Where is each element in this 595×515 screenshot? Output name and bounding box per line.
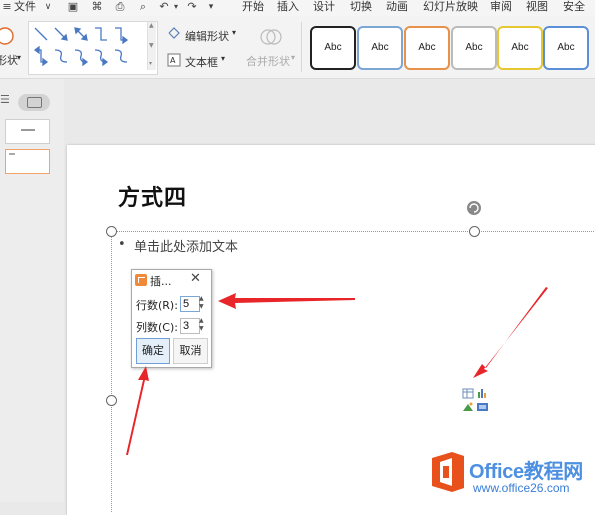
close-icon[interactable]: ✕ xyxy=(190,271,201,286)
spin-down-icon[interactable]: ▼ xyxy=(199,303,204,310)
ribbon-divider xyxy=(301,22,302,72)
watermark-url: www.office26.com xyxy=(473,481,570,495)
menu-icon[interactable]: ≡ xyxy=(1,1,13,13)
tab-insert[interactable]: 插入 xyxy=(277,0,299,14)
app-icon xyxy=(135,274,147,286)
spin-up-icon[interactable]: ▲ xyxy=(199,295,204,302)
shape-style-6[interactable]: Abc xyxy=(543,26,589,70)
chevron-down-icon: ▾ xyxy=(291,53,296,62)
textbox-button[interactable]: 文本框 xyxy=(185,54,218,70)
resize-handle[interactable] xyxy=(106,395,117,406)
chevron-down-icon[interactable]: ∨ xyxy=(42,1,54,13)
insert-table-icon xyxy=(462,388,474,399)
insert-picture-icon xyxy=(463,402,473,411)
ribbon: 形状 ▾ ▲ ▼ ▾ 编辑形状 ▾ A 文本框 ▾ 合并形状 ▾ Abc Abc… xyxy=(0,16,595,79)
tab-review[interactable]: 审阅 xyxy=(490,0,512,14)
dialog-title: 插... xyxy=(150,275,172,288)
chevron-down-icon[interactable]: ▾ xyxy=(221,54,225,63)
slide-view-toggle[interactable] xyxy=(18,94,50,111)
shape-style-1[interactable]: Abc xyxy=(310,26,356,70)
resize-handle[interactable] xyxy=(106,226,117,237)
tab-slideshow[interactable]: 幻灯片放映 xyxy=(423,0,478,14)
resize-handle[interactable] xyxy=(469,226,480,237)
ok-button[interactable]: 确定 xyxy=(136,338,170,364)
rows-input[interactable]: 5 xyxy=(180,296,200,312)
thumb-text xyxy=(21,129,35,131)
insert-media-icon xyxy=(477,403,488,411)
menu-bar: ≡ 文件 ∨ ▣ ⌘ ⎙ ⌕ ↶ ▾ ↷ ▾ 开始 插入 设计 切换 动画 幻灯… xyxy=(0,0,595,16)
tab-transition[interactable]: 切换 xyxy=(350,0,372,14)
connector-gallery[interactable]: ▲ ▼ ▾ xyxy=(28,21,158,75)
slide-thumbnail-2[interactable] xyxy=(5,149,50,174)
cols-spinner[interactable]: ▲ ▼ xyxy=(199,317,207,333)
slide-title[interactable]: 方式四 xyxy=(118,180,187,212)
undo-dropdown-icon[interactable]: ▾ xyxy=(170,1,182,13)
chevron-down-icon[interactable]: ▾ xyxy=(232,28,236,37)
office-logo-icon xyxy=(432,452,464,492)
spin-down-icon[interactable]: ▼ xyxy=(199,325,204,332)
print-preview-icon[interactable]: ⌕ xyxy=(137,1,149,13)
file-menu[interactable]: 文件 xyxy=(14,0,36,14)
merge-shapes-button: 合并形状 xyxy=(246,55,290,68)
spin-up-icon[interactable]: ▲ xyxy=(199,317,204,324)
textbox-icon[interactable]: A xyxy=(167,53,181,67)
bullet-icon: • xyxy=(118,237,126,252)
save-icon[interactable]: ▣ xyxy=(67,1,79,13)
insert-table-dialog: 插... ✕ 行数(R): 5 ▲ ▼ 列数(C): 3 ▲ ▼ 确定 取消 xyxy=(131,269,212,368)
slide-thumbnail-1[interactable] xyxy=(5,119,50,144)
shape-fill-icon[interactable] xyxy=(0,25,16,47)
edit-shape-icon[interactable] xyxy=(167,26,181,40)
svg-text:A: A xyxy=(170,56,176,65)
slides-icon xyxy=(27,97,42,108)
outline-view-icon[interactable]: ☰ xyxy=(0,93,10,106)
slide-thumbnail-pane: ☰ xyxy=(0,79,64,502)
edit-shape-button[interactable]: 编辑形状 xyxy=(185,28,229,44)
insert-content-icons[interactable] xyxy=(462,387,490,413)
undo-icon[interactable]: ↶ xyxy=(158,1,170,13)
tab-home[interactable]: 开始 xyxy=(242,0,264,14)
connector-shapes-icon[interactable] xyxy=(29,22,147,74)
redo-icon[interactable]: ↷ xyxy=(186,1,198,13)
shape-style-3[interactable]: Abc xyxy=(404,26,450,70)
cols-label: 列数(C): xyxy=(136,321,178,334)
shape-style-4[interactable]: Abc xyxy=(451,26,497,70)
rows-spinner[interactable]: ▲ ▼ xyxy=(199,295,207,311)
format-painter-icon[interactable]: ⌘ xyxy=(91,1,103,13)
content-placeholder-text[interactable]: 单击此处添加文本 xyxy=(134,236,238,255)
rotate-handle-icon[interactable] xyxy=(465,199,483,217)
shape-fill-label[interactable]: 形状 xyxy=(0,52,18,68)
merge-shapes-icon xyxy=(260,29,282,45)
customize-dropdown-icon[interactable]: ▾ xyxy=(205,1,217,13)
watermark-brand: Office教程网 xyxy=(469,461,583,483)
rows-label: 行数(R): xyxy=(136,299,178,312)
tab-security[interactable]: 安全 xyxy=(563,0,585,14)
tab-animation[interactable]: 动画 xyxy=(386,0,408,14)
insert-chart-icon xyxy=(478,389,486,398)
shape-style-5[interactable]: Abc xyxy=(497,26,543,70)
chevron-down-icon[interactable]: ▾ xyxy=(17,53,21,62)
thumb-text xyxy=(9,153,15,155)
shape-style-2[interactable]: Abc xyxy=(357,26,403,70)
cancel-button[interactable]: 取消 xyxy=(173,338,208,364)
tab-view[interactable]: 视图 xyxy=(526,0,548,14)
tab-design[interactable]: 设计 xyxy=(313,0,335,14)
cols-input[interactable]: 3 xyxy=(180,318,200,334)
print-icon[interactable]: ⎙ xyxy=(114,1,126,13)
gallery-scrollbar[interactable]: ▲ ▼ ▾ xyxy=(147,22,156,70)
